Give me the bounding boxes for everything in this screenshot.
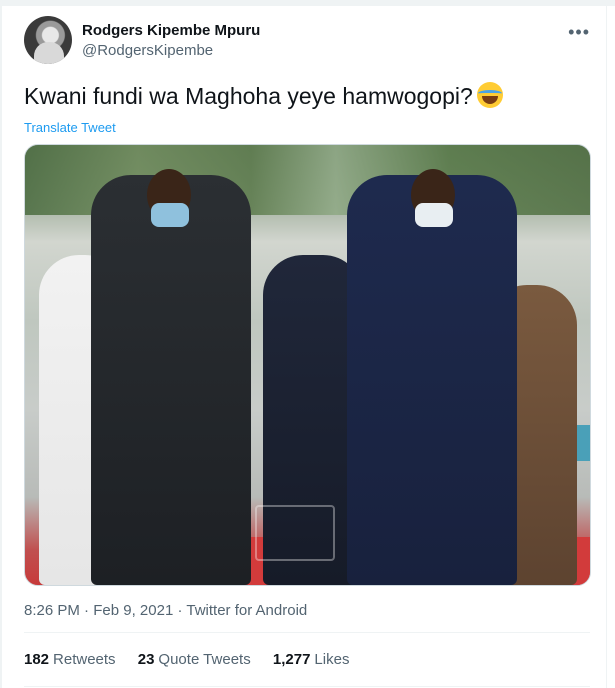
divider (24, 686, 590, 687)
tweet-source[interactable]: Twitter for Android (186, 602, 307, 619)
photo-mask (415, 203, 453, 227)
face-with-tears-of-joy-icon (476, 82, 503, 108)
author-handle[interactable]: @RodgersKipembe (82, 42, 213, 59)
tweet-card: Rodgers Kipembe Mpuru @RodgersKipembe ••… (0, 0, 615, 688)
retweets-count: 182 (24, 651, 50, 668)
photo-mask (151, 203, 189, 227)
divider (24, 632, 590, 633)
avatar[interactable] (24, 16, 72, 64)
photo-watermark (255, 505, 335, 561)
quote-tweets-stat[interactable]: 23 Quote Tweets (138, 651, 251, 668)
tweet-meta: 8:26 PM · Feb 9, 2021 · Twitter for Andr… (24, 602, 307, 619)
tweet-header: Rodgers Kipembe Mpuru @RodgersKipembe ••… (24, 16, 594, 68)
tweet-stats: 182 Retweets 23 Quote Tweets 1,277 Likes (24, 651, 367, 668)
retweets-stat[interactable]: 182 Retweets (24, 651, 116, 668)
tweet-date[interactable]: Feb 9, 2021 (93, 602, 173, 619)
likes-label: Likes (314, 651, 350, 668)
photo-person-right (347, 169, 517, 585)
likes-count: 1,277 (272, 651, 311, 668)
tweet-photo[interactable] (24, 144, 591, 586)
likes-stat[interactable]: 1,277 Likes (273, 651, 350, 668)
tweet-text-content: Kwani fundi wa Maghoha yeye hamwogopi? (24, 83, 473, 109)
author-display-name[interactable]: Rodgers Kipembe Mpuru (82, 22, 260, 39)
tweet-time[interactable]: 8:26 PM (24, 602, 80, 619)
top-border (0, 0, 615, 6)
retweets-label: Retweets (53, 651, 116, 668)
right-border (606, 0, 607, 688)
translate-tweet-link[interactable]: Translate Tweet (24, 120, 116, 135)
more-dots-icon[interactable]: ••• (568, 22, 590, 43)
left-border (0, 0, 2, 688)
quote-tweets-label: Quote Tweets (158, 651, 251, 668)
meta-separator: · (84, 602, 94, 619)
quote-tweets-count: 23 (137, 651, 155, 668)
tweet-text: Kwani fundi wa Maghoha yeye hamwogopi? (24, 82, 503, 110)
photo-person-left (91, 169, 251, 585)
